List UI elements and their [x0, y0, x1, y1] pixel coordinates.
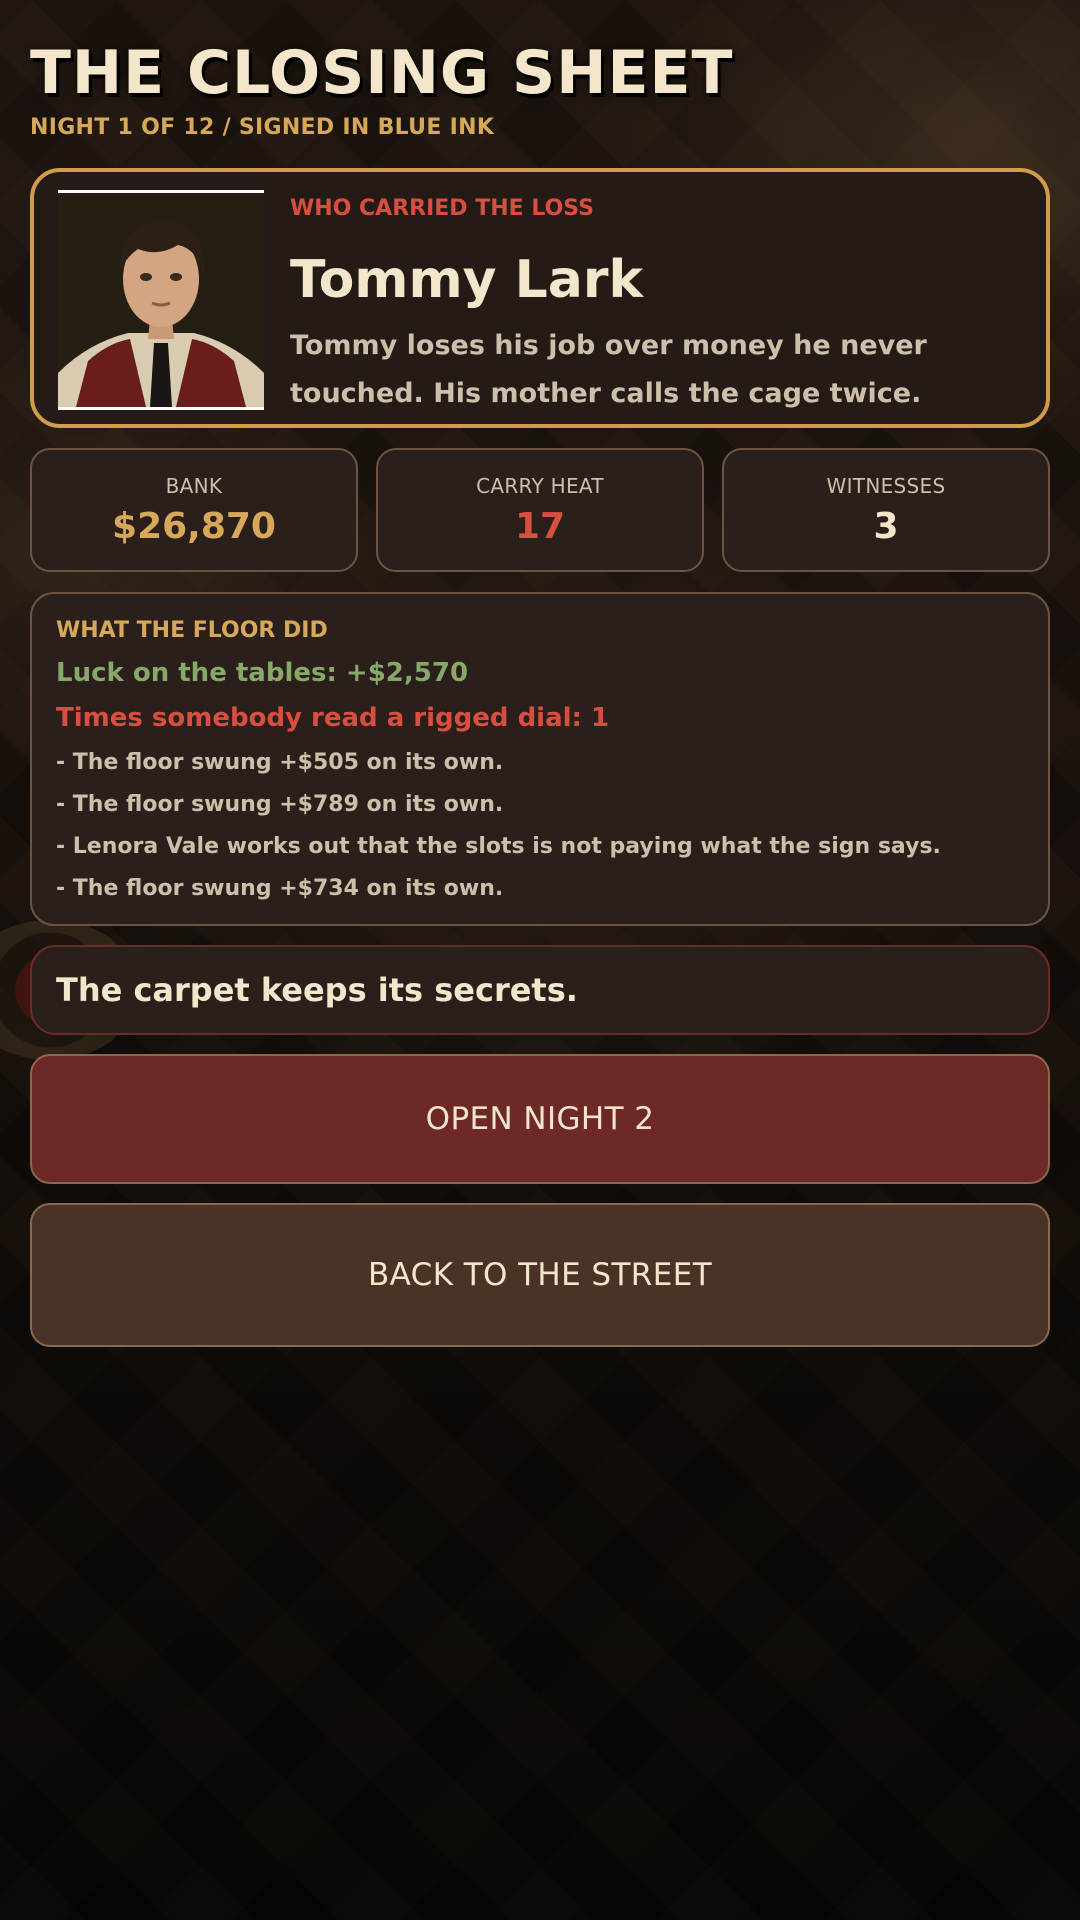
floor-log-entry: - The floor swung +$789 on its own. — [56, 792, 504, 817]
stat-witnesses: WITNESSES 3 — [722, 448, 1050, 572]
stat-carry-heat: CARRY HEAT 17 — [376, 448, 704, 572]
floor-log-luck: Luck on the tables: +$2,570 — [56, 658, 469, 688]
page-title: THE CLOSING SHEET — [30, 38, 734, 108]
verdict-panel: The carpet keeps its secrets. — [30, 945, 1050, 1035]
back-to-street-button[interactable]: BACK TO THE STREET — [30, 1203, 1050, 1347]
open-next-night-button[interactable]: OPEN NIGHT 2 — [30, 1054, 1050, 1184]
floor-log-entry: - The floor swung +$505 on its own. — [56, 750, 504, 775]
night-subtitle: NIGHT 1 OF 12 / SIGNED IN BLUE INK — [30, 115, 495, 140]
verdict-text: The carpet keeps its secrets. — [56, 971, 578, 1009]
floor-log-rigged: Times somebody read a rigged dial: 1 — [56, 703, 610, 733]
victim-card: WHO CARRIED THE LOSS Tommy Lark Tommy lo… — [30, 168, 1050, 428]
victim-description: Tommy loses his job over money he never … — [290, 330, 927, 409]
victim-portrait — [58, 190, 264, 410]
floor-log-title: WHAT THE FLOOR DID — [56, 618, 328, 643]
victim-portrait-image — [58, 193, 264, 407]
stat-bank-value: $26,870 — [112, 506, 276, 547]
stat-bank-label: BANK — [165, 474, 223, 498]
victim-name: Tommy Lark — [290, 250, 644, 310]
stat-carry-heat-value: 17 — [514, 506, 566, 547]
floor-log-entry: - The floor swung +$734 on its own. — [56, 876, 504, 901]
floor-log-entries: - The floor swung +$505 on its own. - Th… — [56, 750, 1026, 918]
stat-witnesses-value: 3 — [873, 506, 899, 547]
victim-label: WHO CARRIED THE LOSS — [290, 196, 594, 221]
stat-bank: BANK $26,870 — [30, 448, 358, 572]
floor-log-entry: - Lenora Vale works out that the slots i… — [56, 834, 941, 859]
stat-witnesses-label: WITNESSES — [826, 474, 946, 498]
floor-log-panel: WHAT THE FLOOR DID Luck on the tables: +… — [30, 592, 1050, 926]
stat-carry-heat-label: CARRY HEAT — [476, 474, 604, 498]
